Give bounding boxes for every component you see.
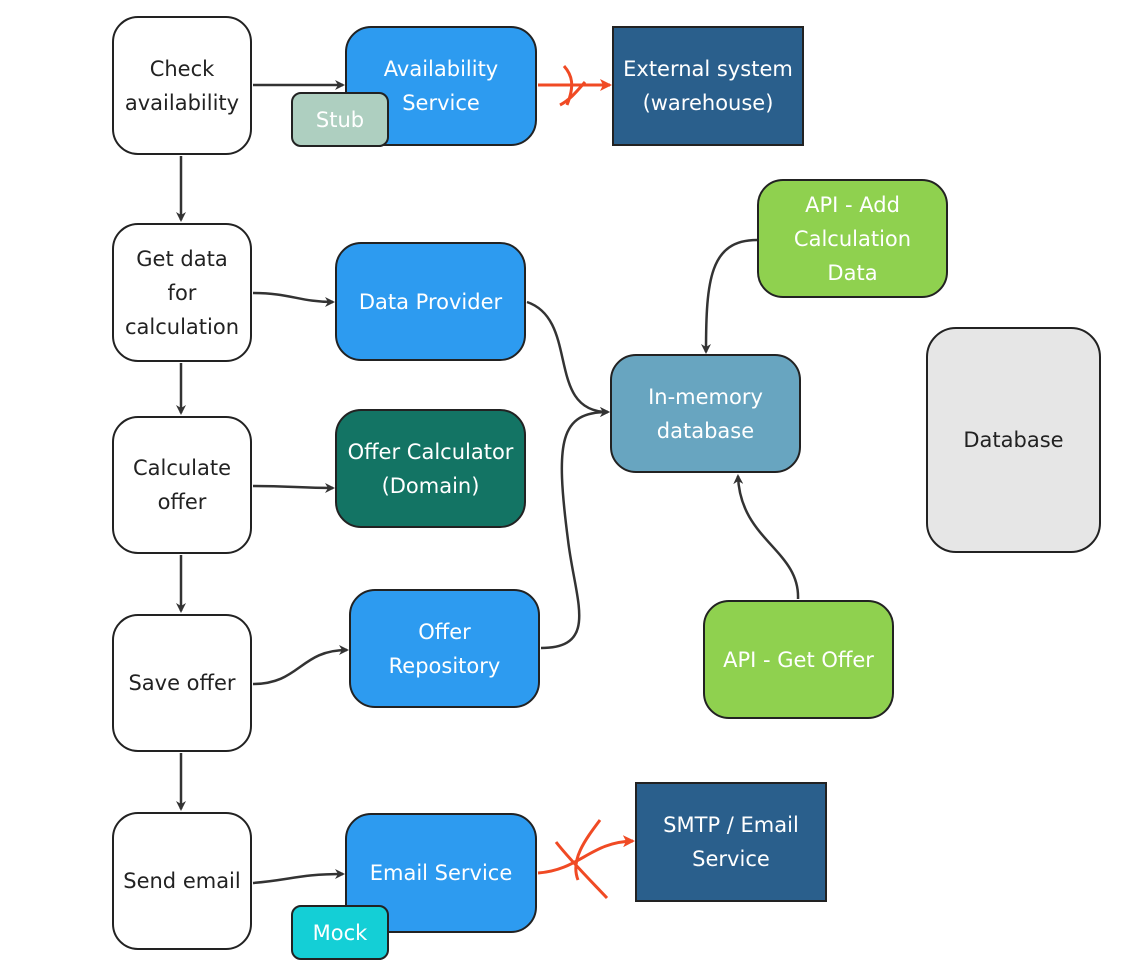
- api-add-calculation-data[interactable]: API - Add Calculation Data: [757, 179, 948, 298]
- edge-send-to-email: [252, 869, 345, 885]
- smtp-email-service[interactable]: SMTP / Email Service: [635, 782, 827, 902]
- edge-apiget-to-inmemory: [733, 474, 800, 600]
- edge-save-to-offerrepo: [252, 645, 349, 686]
- database[interactable]: Database: [926, 327, 1101, 553]
- api-get-offer[interactable]: API - Get Offer: [703, 600, 894, 719]
- step-save-offer[interactable]: Save offer: [112, 614, 252, 752]
- blocked-edge-email-to-smtp: [537, 835, 635, 875]
- edge-offerrepo-to-inmemory: [540, 407, 610, 650]
- edge-dataprovider-to-inmemory: [526, 300, 610, 417]
- step-calculate-offer[interactable]: Calculate offer: [112, 416, 252, 554]
- edge-apiadd-to-inmemory: [701, 238, 758, 354]
- data-provider[interactable]: Data Provider: [335, 242, 526, 361]
- stub-badge[interactable]: Stub: [291, 92, 389, 147]
- step-send-email[interactable]: Send email: [112, 812, 252, 950]
- edge-getdata-to-dataprovider: [252, 291, 335, 307]
- offer-repository[interactable]: Offer Repository: [349, 589, 540, 708]
- diagram-canvas: Check availability Get data for calculat…: [0, 0, 1147, 969]
- step-get-data[interactable]: Get data for calculation: [112, 223, 252, 362]
- offer-calculator-domain[interactable]: Offer Calculator (Domain): [335, 409, 526, 528]
- mock-badge[interactable]: Mock: [291, 905, 389, 960]
- in-memory-database[interactable]: In-memory database: [610, 354, 801, 473]
- edge-calc-to-offercalc: [252, 482, 335, 493]
- step-check-availability[interactable]: Check availability: [112, 16, 252, 155]
- external-system-warehouse[interactable]: External system (warehouse): [612, 26, 804, 146]
